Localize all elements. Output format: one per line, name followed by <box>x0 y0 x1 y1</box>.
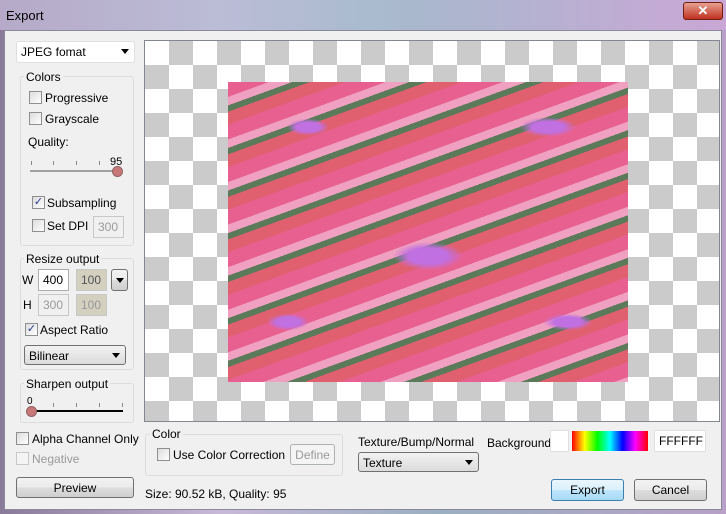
aspect-ratio-label: Aspect Ratio <box>40 323 109 337</box>
sharpen-slider-thumb[interactable] <box>26 406 37 417</box>
title-bar <box>0 0 726 30</box>
alpha-only-label: Alpha Channel Only <box>32 432 139 446</box>
progressive-checkbox[interactable] <box>29 91 42 104</box>
format-value: JPEG fomat <box>21 45 86 59</box>
texture-select[interactable]: Texture <box>358 452 479 472</box>
preview-button[interactable]: Preview <box>16 477 134 498</box>
texture-value: Texture <box>363 456 403 470</box>
dpi-input[interactable]: 300 <box>93 216 124 238</box>
colors-label: Colors <box>24 70 63 84</box>
format-select[interactable]: JPEG fomat <box>16 41 135 63</box>
export-button[interactable]: Export <box>551 479 624 501</box>
filter-value: Bilinear <box>29 349 70 363</box>
set-dpi-checkbox[interactable] <box>32 219 45 232</box>
color-correction-checkbox[interactable] <box>157 448 170 461</box>
cancel-button[interactable]: Cancel <box>634 479 707 501</box>
status-text: Size: 90.52 kB, Quality: 95 <box>145 487 287 501</box>
width-percent-input[interactable]: 100 <box>76 269 107 291</box>
close-icon: ✕ <box>697 3 709 18</box>
background-label: Background <box>487 436 552 450</box>
sharpen-label: Sharpen output <box>24 377 111 391</box>
chevron-down-icon <box>112 353 120 358</box>
subsampling-label: Subsampling <box>47 196 117 210</box>
quality-slider[interactable] <box>30 170 118 172</box>
aspect-ratio-checkbox[interactable]: ✓ <box>25 323 38 336</box>
height-input[interactable]: 300 <box>38 294 69 316</box>
height-percent-input[interactable]: 100 <box>76 294 107 316</box>
resample-filter-select[interactable]: Bilinear <box>24 345 126 365</box>
color-group-label: Color <box>150 427 183 441</box>
negative-label: Negative <box>32 452 80 466</box>
quality-label: Quality: <box>28 135 69 149</box>
grayscale-label: Grayscale <box>45 112 100 126</box>
chevron-down-icon <box>116 278 124 283</box>
preview-image <box>228 82 628 382</box>
chevron-down-icon <box>465 460 473 465</box>
unit-dropdown-button[interactable] <box>111 269 128 291</box>
window-title: Export <box>6 8 44 23</box>
grayscale-checkbox[interactable] <box>29 112 42 125</box>
height-label: H <box>23 298 32 312</box>
background-color-swatch[interactable] <box>550 430 569 452</box>
define-button[interactable]: Define <box>290 444 335 465</box>
progressive-label: Progressive <box>45 91 109 105</box>
color-spectrum-picker[interactable] <box>572 431 648 451</box>
resize-label: Resize output <box>24 252 102 266</box>
texture-label: Texture/Bump/Normal <box>358 435 475 449</box>
background-hex-input[interactable]: FFFFFF <box>654 430 706 452</box>
negative-checkbox[interactable] <box>16 452 29 465</box>
width-label: W <box>22 273 34 287</box>
alpha-only-checkbox[interactable] <box>16 432 29 445</box>
quality-slider-thumb[interactable] <box>112 166 123 177</box>
close-button[interactable]: ✕ <box>683 2 723 20</box>
set-dpi-label: Set DPI <box>47 219 89 233</box>
color-correction-label: Use Color Correction <box>173 448 286 462</box>
width-input[interactable]: 400 <box>38 269 69 291</box>
subsampling-checkbox[interactable]: ✓ <box>32 196 45 209</box>
chevron-down-icon <box>121 49 129 54</box>
sharpen-slider[interactable] <box>30 410 123 412</box>
